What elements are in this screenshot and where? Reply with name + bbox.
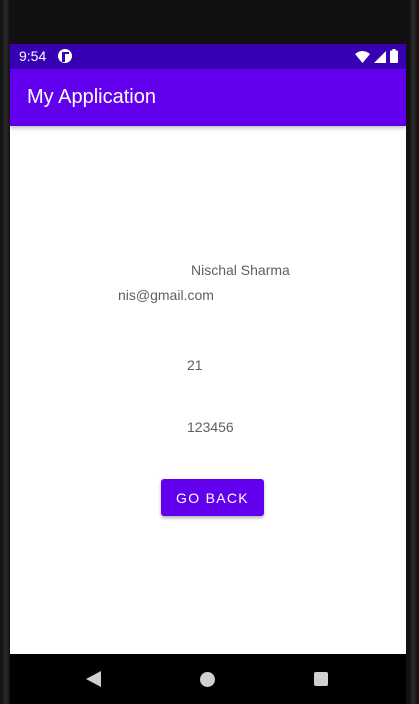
name-text: Nischal Sharma	[191, 262, 290, 278]
navigation-bar	[10, 654, 406, 704]
recents-icon[interactable]	[314, 672, 328, 686]
go-back-button[interactable]: GO BACK	[161, 479, 264, 516]
password-text: 123456	[187, 419, 234, 435]
email-text: nis@gmail.com	[118, 287, 214, 303]
status-time: 9:54	[19, 48, 47, 64]
app-title: My Application	[27, 86, 156, 108]
battery-icon	[390, 49, 398, 63]
wifi-icon	[355, 51, 370, 63]
status-icons	[355, 49, 398, 63]
app-notification-icon	[58, 49, 72, 63]
status-bar: 9:54	[10, 44, 406, 69]
home-icon[interactable]	[200, 672, 215, 687]
back-icon[interactable]	[86, 671, 101, 687]
age-text: 21	[187, 357, 203, 373]
phone-screen: 9:54 My Application Nischal Sharma nis@g…	[10, 44, 406, 654]
signal-icon	[374, 51, 386, 63]
app-bar: My Application	[10, 69, 406, 126]
